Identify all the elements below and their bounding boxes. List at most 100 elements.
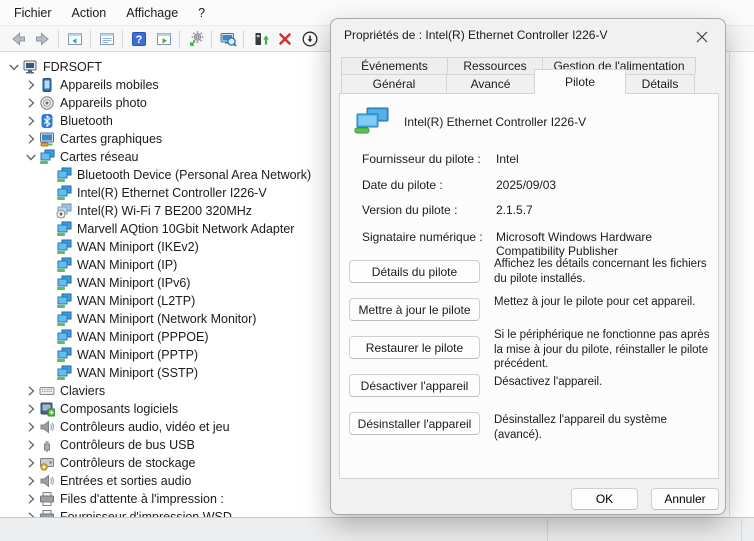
rollback-driver-button[interactable]: Restaurer le pilote [349,336,480,359]
scan-hardware-changes-button[interactable] [183,28,208,50]
tree-item-label: Contrôleurs audio, vidéo et jeu [60,420,230,434]
help-button[interactable]: ? [126,28,151,50]
network-icon [55,365,72,381]
show-console-tree-button[interactable] [62,28,87,50]
chevron-right-icon[interactable] [23,420,38,434]
disable-device-button[interactable] [297,28,322,50]
properties-button[interactable] [94,28,119,50]
network-icon [55,257,72,273]
monitor-search-icon [219,30,237,48]
driver-info-label: Version du pilote : [362,203,457,217]
tab-details[interactable]: Détails [625,74,695,94]
chevron-right-icon[interactable] [23,114,38,128]
update-driver-button[interactable] [247,28,272,50]
svg-text:?: ? [135,34,142,46]
menu-action[interactable]: Action [62,2,117,24]
tree-item-label: Files d'attente à l'impression : [60,492,224,506]
tree-item-label: Appareils photo [60,96,147,110]
chevron-spacer [40,348,55,362]
chevron-right-icon[interactable] [23,438,38,452]
network-icon [55,185,72,201]
tab-avance[interactable]: Avancé [446,74,535,94]
tree-item-label: WAN Miniport (PPTP) [77,348,198,362]
menu-affichage[interactable]: Affichage [116,2,188,24]
chevron-right-icon[interactable] [23,456,38,470]
chevron-right-icon[interactable] [23,402,38,416]
tree-item-label: Bluetooth [60,114,113,128]
forward-button[interactable] [30,28,55,50]
audio-io-icon [38,473,55,489]
chevron-right-icon[interactable] [23,132,38,146]
tree-item-label: Entrées et sorties audio [60,474,191,488]
panel-tree-icon [66,30,84,48]
tab-evenements[interactable]: Événements [341,57,448,74]
tree-item-label: Cartes graphiques [60,132,162,146]
chevron-right-icon[interactable] [23,492,38,506]
driver-info-label: Fournisseur du pilote : [362,152,481,166]
chevron-right-icon[interactable] [23,96,38,110]
gear-scan-icon [187,30,205,48]
cancel-button[interactable]: Annuler [651,488,719,510]
scrollbar-track[interactable] [729,52,730,517]
tab-ressources[interactable]: Ressources [447,57,543,74]
tab-general[interactable]: Général [341,74,447,94]
tree-item-label: Marvell AQtion 10Gbit Network Adapter [77,222,294,236]
network-icon [55,239,72,255]
tree-item-label: Cartes réseau [60,150,139,164]
network-adapter-icon [354,107,390,138]
chevron-spacer [40,186,55,200]
tree-item-label: Intel(R) Ethernet Controller I226-V [77,186,267,200]
disable-device-button[interactable]: Désactiver l'appareil [349,374,480,397]
network-icon [55,275,72,291]
tree-item-label: WAN Miniport (PPPOE) [77,330,209,344]
chevron-right-icon[interactable] [23,474,38,488]
tree-item-label: Appareils mobiles [60,78,159,92]
driver-info-value: 2025/09/03 [496,178,716,192]
toolbar-separator [122,30,123,48]
uninstall-device-button[interactable]: Désinstaller l'appareil [349,412,480,435]
update-driver-button[interactable]: Mettre à jour le pilote [349,298,480,321]
divider [547,519,548,541]
menu-fichier[interactable]: Fichier [4,2,62,24]
tab-pilote[interactable]: Pilote [534,69,626,94]
chevron-right-icon[interactable] [23,384,38,398]
driver-info-label: Signataire numérique : [362,230,483,244]
chevron-spacer [40,276,55,290]
driver-details-button[interactable]: Détails du pilote [349,260,480,283]
action-pane-button[interactable] [151,28,176,50]
divider [741,519,742,541]
back-button[interactable] [5,28,30,50]
dialog-title: Propriétés de : Intel(R) Ethernet Contro… [344,28,607,42]
tree-item-label: WAN Miniport (L2TP) [77,294,195,308]
close-icon[interactable] [689,25,715,49]
chevron-right-icon[interactable] [23,510,38,517]
toolbar-separator [243,30,244,48]
chevron-down-icon[interactable] [23,150,38,164]
tree-item-label: Composants logiciels [60,402,178,416]
camera-icon [38,95,55,111]
toolbar-separator [211,30,212,48]
red-x-icon [276,30,294,48]
action-description: Désactivez l'appareil. [494,375,716,390]
chevron-spacer [40,330,55,344]
storage-icon [38,455,55,471]
arrow-right-icon [34,30,52,48]
tree-item-label: WAN Miniport (Network Monitor) [77,312,256,326]
action-pane-icon [155,30,173,48]
driver-info-label: Date du pilote : [362,178,443,192]
action-description: Désinstallez l'appareil du système (avan… [494,413,716,442]
tree-item-label: Bluetooth Device (Personal Area Network) [77,168,311,182]
menu-aide[interactable]: ? [188,2,215,24]
printer-icon [38,491,55,507]
uninstall-device-button[interactable] [272,28,297,50]
tree-item-label: Fournisseur d'impression WSD [60,510,232,517]
chevron-spacer [40,240,55,254]
chevron-down-icon[interactable] [6,60,21,74]
mobile-icon [38,77,55,93]
ok-button[interactable]: OK [571,488,638,510]
network-icon [55,221,72,237]
search-computer-button[interactable] [215,28,240,50]
network-icon [55,347,72,363]
driver-tab-panel: Intel(R) Ethernet Controller I226-V Four… [339,93,719,479]
chevron-right-icon[interactable] [23,78,38,92]
